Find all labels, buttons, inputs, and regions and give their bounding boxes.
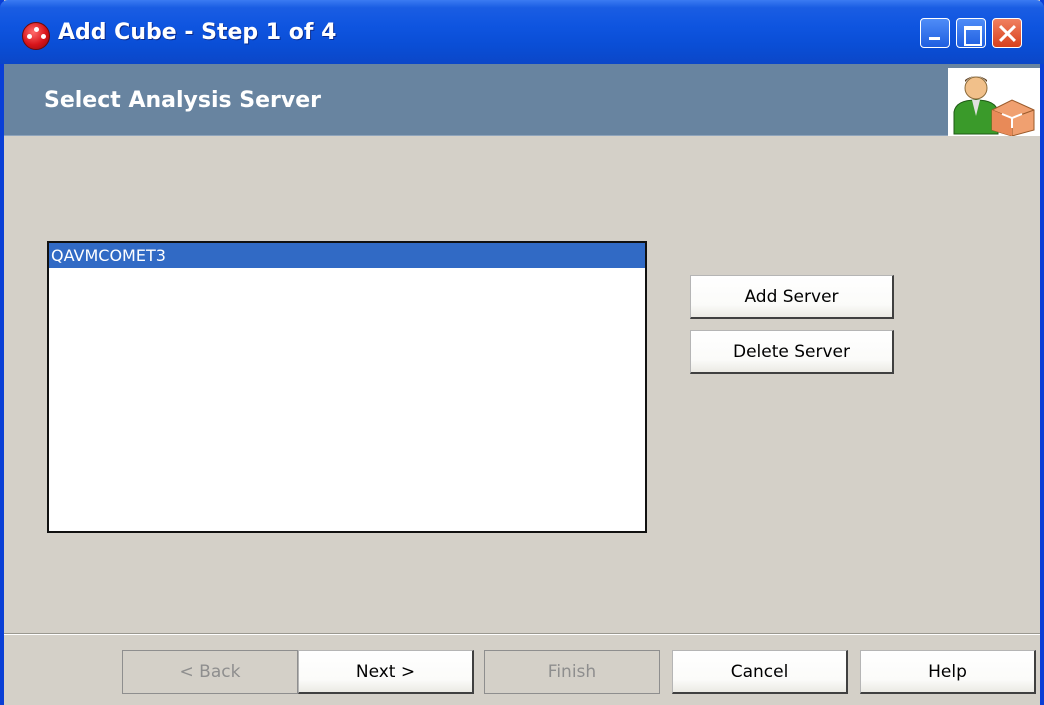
app-icon	[22, 22, 50, 50]
minimize-button[interactable]	[920, 18, 950, 48]
user-with-cube-icon	[948, 68, 1040, 137]
maximize-button[interactable]	[956, 18, 986, 48]
delete-server-button[interactable]: Delete Server	[690, 330, 894, 374]
server-list-item[interactable]: QAVMCOMET3	[49, 243, 645, 268]
wizard-header: Select Analysis Server	[4, 64, 1040, 137]
finish-button[interactable]: Finish	[484, 650, 660, 694]
window-title: Add Cube - Step 1 of 4	[58, 20, 337, 45]
back-button[interactable]: < Back	[122, 650, 298, 694]
cancel-button[interactable]: Cancel	[672, 650, 848, 694]
footer-divider	[4, 633, 1040, 635]
analysis-server-list[interactable]: QAVMCOMET3	[47, 241, 647, 533]
title-bar[interactable]: Add Cube - Step 1 of 4	[0, 0, 1044, 64]
add-server-button[interactable]: Add Server	[690, 275, 894, 319]
next-button[interactable]: Next >	[298, 650, 474, 694]
help-button[interactable]: Help	[860, 650, 1036, 694]
wizard-window: Add Cube - Step 1 of 4 Select Analysis S…	[0, 0, 1044, 705]
close-button[interactable]	[992, 18, 1022, 48]
step-title: Select Analysis Server	[44, 88, 321, 113]
